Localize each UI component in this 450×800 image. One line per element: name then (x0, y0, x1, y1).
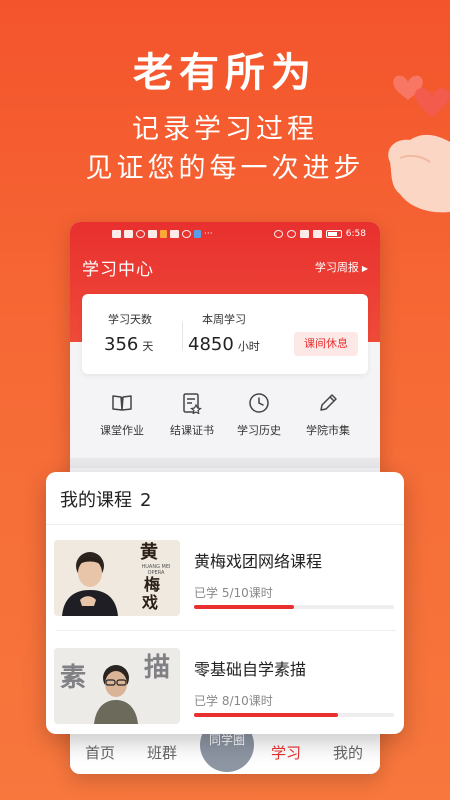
notification-icon (148, 230, 157, 238)
study-days-value: 356 天 (104, 334, 153, 355)
week-study-unit: 小时 (237, 340, 260, 353)
thumb-title-xi: 戏 (142, 593, 159, 612)
week-study-value: 4850 小时 (188, 334, 260, 355)
hand-shape (388, 134, 450, 213)
signal-icon (112, 230, 121, 238)
app-icon (160, 230, 167, 238)
bluetooth-icon (299, 230, 309, 238)
study-days-number: 356 (104, 334, 139, 355)
courses-count: 2 (140, 490, 152, 511)
eye-icon (273, 230, 283, 238)
heart-icon (414, 88, 450, 118)
progress-bar (194, 605, 394, 609)
tab-study[interactable]: 学习 (271, 742, 301, 763)
progress-bar (194, 713, 394, 717)
tab-home[interactable]: 首页 (85, 742, 115, 763)
my-courses-title: 我的课程 2 (60, 486, 151, 512)
shortcut-market[interactable]: 学院市集 (293, 392, 363, 438)
shortcut-certificate[interactable]: 结课证书 (157, 392, 227, 438)
pencil-icon (320, 394, 337, 411)
battery-icon (325, 230, 342, 238)
courses-title-text: 我的课程 (60, 490, 132, 511)
weekly-report-link[interactable]: 学习周报 ▶ (315, 259, 368, 275)
course-progress-text: 已学 8/10课时 (194, 694, 273, 708)
shortcut-label: 学习历史 (237, 424, 281, 437)
status-bar: ··· 6:58 (70, 228, 380, 244)
shortcut-row: 课堂作业 结课证书 学习历史 学院市集 (70, 392, 380, 452)
shortcut-homework[interactable]: 课堂作业 (87, 392, 157, 438)
course-item[interactable]: 黄 HUANG MEI OPERA 梅 戏 黄梅戏团网络课程 已学 5/10课时 (46, 532, 404, 632)
thumb-title-mei: 梅 (144, 575, 161, 594)
thumb-title-huang: 黄 (140, 542, 158, 563)
signal-icon (124, 230, 133, 238)
shortcut-history[interactable]: 学习历史 (224, 392, 294, 438)
wifi-icon (136, 230, 145, 238)
course-name: 零基础自学素描 (194, 660, 307, 679)
break-button[interactable]: 课间休息 (294, 332, 358, 356)
section-divider (70, 458, 380, 468)
certificate-icon (183, 393, 202, 414)
week-study-label: 本周学习 (202, 313, 246, 326)
week-study-number: 4850 (188, 334, 234, 355)
progress-fill (194, 713, 338, 717)
course-thumbnail: 黄 HUANG MEI OPERA 梅 戏 (54, 540, 180, 616)
tab-mine[interactable]: 我的 (333, 742, 363, 763)
clock-icon (249, 393, 269, 413)
page-title: 学习中心 (82, 260, 154, 280)
study-days-unit: 天 (142, 340, 154, 353)
tab-class[interactable]: 班群 (147, 742, 177, 763)
book-icon (112, 395, 132, 411)
shortcut-label: 结课证书 (170, 424, 214, 437)
progress-fill (194, 605, 294, 609)
more-icon: ··· (204, 229, 213, 239)
alarm-icon (286, 230, 296, 238)
app-icon (182, 230, 191, 238)
bottom-tab-bar: 首页 班群 同学圈 学习 我的 (70, 718, 380, 774)
divider (56, 630, 396, 631)
chevron-right-icon: ▶ (361, 264, 368, 273)
course-item[interactable]: 素 描 零基础自学素描 已学 8/10课时 (46, 640, 404, 734)
study-days-label: 学习天数 (108, 313, 152, 326)
course-name: 黄梅戏团网络课程 (194, 552, 323, 571)
my-courses-card: 我的课程 2 黄 HUANG MEI OPERA 梅 戏 黄梅戏团网络课程 已学 … (46, 472, 404, 734)
shortcut-label: 课堂作业 (100, 424, 144, 437)
app-icon (170, 230, 179, 238)
thumb-title-su: 素 (60, 663, 87, 693)
divider (46, 524, 404, 525)
divider (182, 322, 183, 350)
stats-card: 学习天数 356 天 本周学习 4850 小时 课间休息 (82, 294, 368, 374)
course-thumbnail: 素 描 (54, 648, 180, 724)
shortcut-label: 学院市集 (306, 424, 350, 437)
thumb-title-miao: 描 (144, 653, 171, 683)
course-progress-text: 已学 5/10课时 (194, 586, 273, 600)
app-icon (194, 230, 201, 238)
clock-time: 6:58 (345, 229, 366, 239)
weekly-report-label: 学习周报 (314, 261, 359, 274)
mute-icon (312, 230, 322, 238)
heart-hand-illustration (388, 75, 450, 213)
